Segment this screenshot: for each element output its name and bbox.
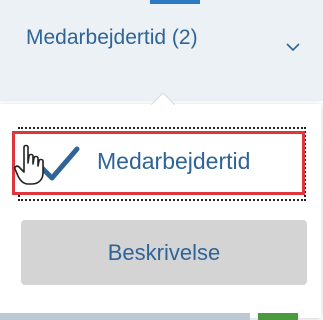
top-accent-strip	[150, 0, 200, 4]
option-label[interactable]: Medarbejdertid	[97, 148, 250, 175]
chevron-down-icon[interactable]	[286, 40, 300, 54]
bottom-green-element	[258, 313, 298, 320]
select-label[interactable]: Medarbejdertid (2)	[26, 26, 198, 50]
bottom-background-bar	[0, 313, 250, 320]
popover-caret	[151, 92, 175, 105]
description-button[interactable]: Beskrivelse	[21, 220, 307, 285]
hand-cursor-icon	[14, 144, 44, 185]
select-header[interactable]: Medarbejdertid (2)	[0, 0, 323, 101]
